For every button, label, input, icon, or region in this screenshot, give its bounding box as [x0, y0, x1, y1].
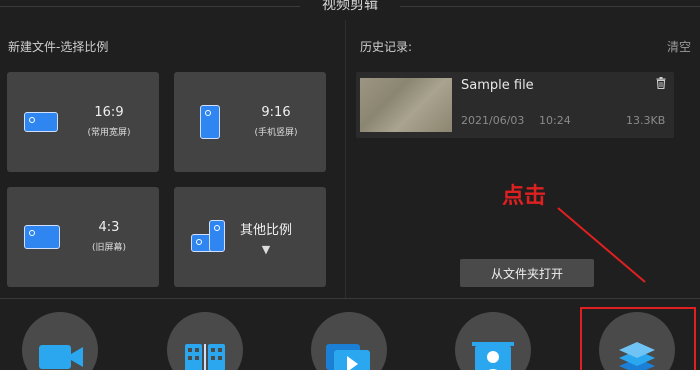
history-item-date: 2021/06/03: [461, 114, 525, 127]
title-divider-right: [400, 6, 700, 7]
ratio-desc: (旧屏幕): [91, 243, 127, 253]
history-item-time: 10:24: [539, 114, 571, 127]
chevron-down-icon[interactable]: ▼: [226, 243, 306, 256]
film-strip-icon: [185, 344, 225, 370]
trash-icon[interactable]: [656, 77, 666, 89]
title-bar: 视频剪辑: [0, 0, 700, 14]
ratio-other-tile[interactable]: 其他比例 ▼: [174, 187, 326, 287]
person-image-icon: [472, 342, 514, 370]
ratio-label: 9:16: [261, 105, 291, 120]
annotation-label: 点击: [502, 184, 547, 209]
history-item-name: Sample file: [461, 78, 534, 93]
title-divider-left: [0, 6, 300, 7]
ratio-label: 16:9: [94, 105, 124, 120]
clear-history-button[interactable]: 清空: [667, 38, 691, 55]
ratio-label: 4:3: [98, 220, 120, 235]
window-title: 视频剪辑: [322, 0, 378, 13]
panel-divider: [345, 20, 346, 298]
video-play-button[interactable]: [311, 312, 387, 370]
new-file-label: 新建文件-选择比例: [8, 40, 109, 54]
ratio-label: 其他比例: [239, 223, 292, 238]
landscape-screen-icon: [24, 112, 58, 132]
portrait-screen-icon: [209, 220, 225, 252]
ratio-4-3-tile[interactable]: 4:3 (旧屏幕): [7, 187, 159, 287]
history-label: 历史记录:: [360, 40, 413, 54]
ratio-9-16-tile[interactable]: 9:16 (手机竖屏): [174, 72, 326, 172]
ratio-16-9-tile[interactable]: 16:9 (常用宽屏): [7, 72, 159, 172]
video-play-icon: [326, 344, 370, 370]
open-from-folder-button[interactable]: 从文件夹打开: [460, 259, 594, 287]
film-edit-button[interactable]: [167, 312, 243, 370]
portrait-screen-icon: [200, 105, 220, 139]
ratio-desc: (常用宽屏): [87, 128, 131, 138]
ratio-desc: (手机竖屏): [254, 128, 298, 138]
portrait-edit-button[interactable]: [455, 312, 531, 370]
landscape-screen-icon: [24, 225, 60, 249]
history-item[interactable]: Sample file 2021/06/03 10:24 13.3KB: [356, 72, 674, 138]
history-item-size: 13.3KB: [626, 114, 666, 127]
video-camera-icon: [39, 345, 83, 369]
video-record-button[interactable]: [22, 312, 98, 370]
annotation-highlight-box: [580, 307, 696, 370]
toolbar-divider: [0, 298, 700, 299]
video-thumbnail: [360, 78, 452, 132]
